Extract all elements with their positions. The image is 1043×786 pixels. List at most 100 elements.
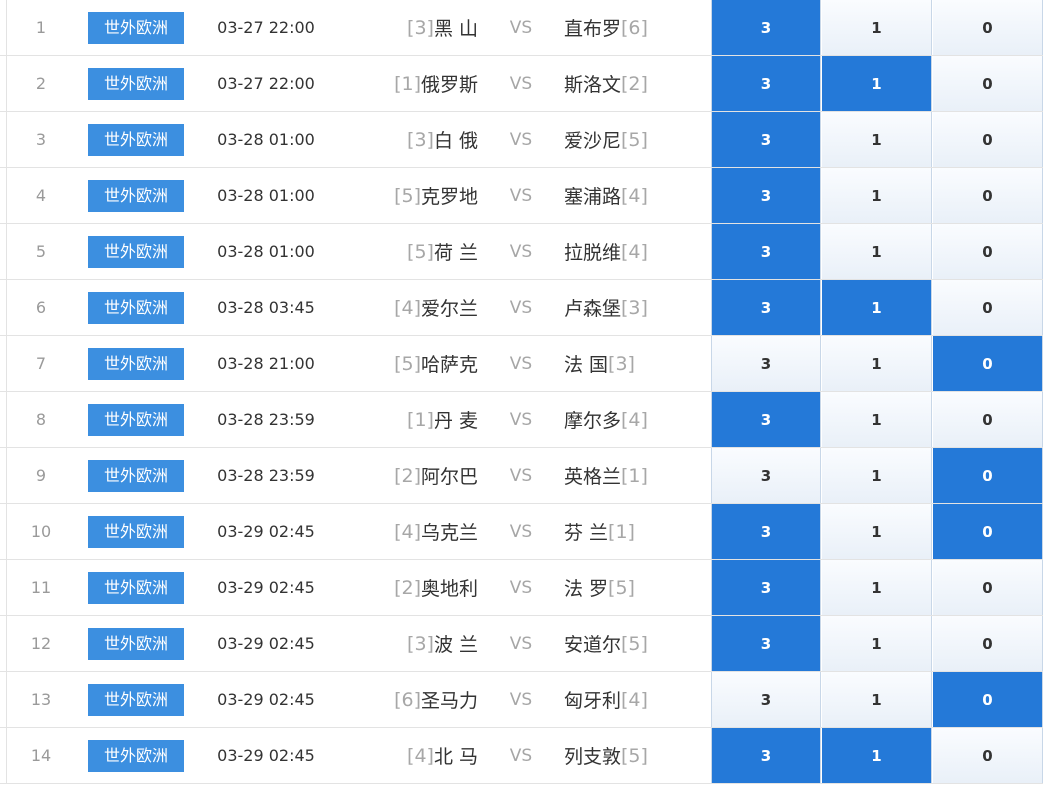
home-team: [6] 圣马力 bbox=[340, 672, 478, 727]
odds-win[interactable]: 3 bbox=[711, 336, 821, 391]
table-row: 10 世外欧洲 03-29 02:45 [4] 乌克兰 VS 芬 兰 [1] 3 1 0 bbox=[0, 504, 1043, 560]
away-name: 拉脱维 bbox=[564, 242, 622, 264]
league-badge[interactable]: 世外欧洲 bbox=[88, 123, 184, 156]
match-time: 03-29 02:45 bbox=[217, 578, 315, 597]
odds-loss[interactable]: 0 bbox=[933, 560, 1043, 615]
table-row: 14 世外欧洲 03-29 02:45 [4] 北 马 VS 列支敦 [5] 3 1 0 bbox=[0, 728, 1043, 784]
away-name: 英格兰 bbox=[564, 466, 622, 488]
odds-draw[interactable]: 1 bbox=[822, 280, 932, 335]
away-team: 直布罗 [6] bbox=[564, 0, 704, 55]
league-badge[interactable]: 世外欧洲 bbox=[88, 739, 184, 772]
league-badge[interactable]: 世外欧洲 bbox=[88, 683, 184, 716]
table-row: 1 世外欧洲 03-27 22:00 [3] 黑 山 VS 直布罗 [6] 3 1 0 bbox=[0, 0, 1043, 56]
away-team: 匈牙利 [4] bbox=[564, 672, 704, 727]
match-time: 03-29 02:45 bbox=[217, 746, 315, 765]
odds-draw[interactable]: 1 bbox=[822, 224, 932, 279]
home-rank: [1] bbox=[407, 408, 434, 431]
vs-label: VS bbox=[509, 17, 533, 38]
league-badge[interactable]: 世外欧洲 bbox=[88, 67, 184, 100]
odds-win[interactable]: 3 bbox=[711, 224, 821, 279]
odds-loss[interactable]: 0 bbox=[933, 504, 1043, 559]
home-team: [5] 荷 兰 bbox=[340, 224, 478, 279]
odds-loss[interactable]: 0 bbox=[933, 448, 1043, 503]
odds-loss[interactable]: 0 bbox=[933, 0, 1043, 55]
away-name: 法 罗 bbox=[564, 578, 609, 600]
odds-draw[interactable]: 1 bbox=[822, 728, 932, 783]
match-time: 03-29 02:45 bbox=[217, 522, 315, 541]
odds-win[interactable]: 3 bbox=[711, 0, 821, 55]
home-rank: [6] bbox=[394, 688, 421, 711]
league-badge-cell: 世外欧洲 bbox=[88, 392, 184, 447]
match-number: 9 bbox=[35, 466, 47, 485]
odds-win[interactable]: 3 bbox=[711, 56, 821, 111]
odds-loss[interactable]: 0 bbox=[933, 112, 1043, 167]
odds-draw[interactable]: 1 bbox=[822, 504, 932, 559]
league-badge[interactable]: 世外欧洲 bbox=[88, 627, 184, 660]
league-badge-cell: 世外欧洲 bbox=[88, 616, 184, 671]
match-number: 13 bbox=[30, 690, 52, 709]
league-badge[interactable]: 世外欧洲 bbox=[88, 291, 184, 324]
odds-draw[interactable]: 1 bbox=[822, 448, 932, 503]
odds-win[interactable]: 3 bbox=[711, 280, 821, 335]
odds-loss[interactable]: 0 bbox=[933, 616, 1043, 671]
odds-win[interactable]: 3 bbox=[711, 112, 821, 167]
odds-win[interactable]: 3 bbox=[711, 168, 821, 223]
odds-win[interactable]: 3 bbox=[711, 392, 821, 447]
vs-label: VS bbox=[509, 633, 533, 654]
odds-draw[interactable]: 1 bbox=[822, 392, 932, 447]
odds-loss[interactable]: 0 bbox=[933, 672, 1043, 727]
vs-label: VS bbox=[509, 185, 533, 206]
league-badge[interactable]: 世外欧洲 bbox=[88, 515, 184, 548]
odds-draw[interactable]: 1 bbox=[822, 672, 932, 727]
odds-draw[interactable]: 1 bbox=[822, 168, 932, 223]
odds-loss[interactable]: 0 bbox=[933, 280, 1043, 335]
odds-loss[interactable]: 0 bbox=[933, 56, 1043, 111]
odds-loss[interactable]: 0 bbox=[933, 168, 1043, 223]
match-number: 11 bbox=[30, 578, 52, 597]
odds-loss[interactable]: 0 bbox=[933, 336, 1043, 391]
odds-win[interactable]: 3 bbox=[711, 504, 821, 559]
odds-draw[interactable]: 1 bbox=[822, 616, 932, 671]
home-name: 丹 麦 bbox=[433, 410, 478, 432]
odds-loss[interactable]: 0 bbox=[933, 392, 1043, 447]
odds-draw[interactable]: 1 bbox=[822, 56, 932, 111]
odds-win[interactable]: 3 bbox=[711, 448, 821, 503]
odds-win[interactable]: 3 bbox=[711, 560, 821, 615]
vs-label: VS bbox=[509, 297, 533, 318]
league-badge[interactable]: 世外欧洲 bbox=[88, 403, 184, 436]
away-team: 摩尔多 [4] bbox=[564, 392, 704, 447]
odds-loss[interactable]: 0 bbox=[933, 224, 1043, 279]
vs-label: VS bbox=[509, 241, 533, 262]
odds-draw[interactable]: 1 bbox=[822, 112, 932, 167]
table-row: 11 世外欧洲 03-29 02:45 [2] 奥地利 VS 法 罗 [5] 3 1 0 bbox=[0, 560, 1043, 616]
home-rank: [3] bbox=[407, 128, 434, 151]
match-number: 1 bbox=[35, 18, 47, 37]
league-badge[interactable]: 世外欧洲 bbox=[88, 347, 184, 380]
league-badge[interactable]: 世外欧洲 bbox=[88, 459, 184, 492]
league-badge[interactable]: 世外欧洲 bbox=[88, 11, 184, 44]
away-team: 安道尔 [5] bbox=[564, 616, 704, 671]
league-badge[interactable]: 世外欧洲 bbox=[88, 571, 184, 604]
league-badge-cell: 世外欧洲 bbox=[88, 728, 184, 783]
vs-label: VS bbox=[509, 521, 533, 542]
home-name: 乌克兰 bbox=[420, 522, 478, 544]
home-name: 奥地利 bbox=[420, 578, 478, 600]
odds-loss[interactable]: 0 bbox=[933, 728, 1043, 783]
league-badge[interactable]: 世外欧洲 bbox=[88, 179, 184, 212]
table-row: 4 世外欧洲 03-28 01:00 [5] 克罗地 VS 塞浦路 [4] 3 1 0 bbox=[0, 168, 1043, 224]
league-badge[interactable]: 世外欧洲 bbox=[88, 235, 184, 268]
odds-draw[interactable]: 1 bbox=[822, 560, 932, 615]
home-team: [3] 波 兰 bbox=[340, 616, 478, 671]
away-name: 直布罗 bbox=[564, 18, 622, 40]
odds-win[interactable]: 3 bbox=[711, 672, 821, 727]
away-team: 拉脱维 [4] bbox=[564, 224, 704, 279]
odds-win[interactable]: 3 bbox=[711, 728, 821, 783]
match-number: 5 bbox=[35, 242, 47, 261]
odds-draw[interactable]: 1 bbox=[822, 336, 932, 391]
home-rank: [5] bbox=[407, 240, 434, 263]
away-name: 卢森堡 bbox=[564, 298, 622, 320]
odds-win[interactable]: 3 bbox=[711, 616, 821, 671]
odds-draw[interactable]: 1 bbox=[822, 0, 932, 55]
home-team: [5] 哈萨克 bbox=[340, 336, 478, 391]
away-team: 卢森堡 [3] bbox=[564, 280, 704, 335]
